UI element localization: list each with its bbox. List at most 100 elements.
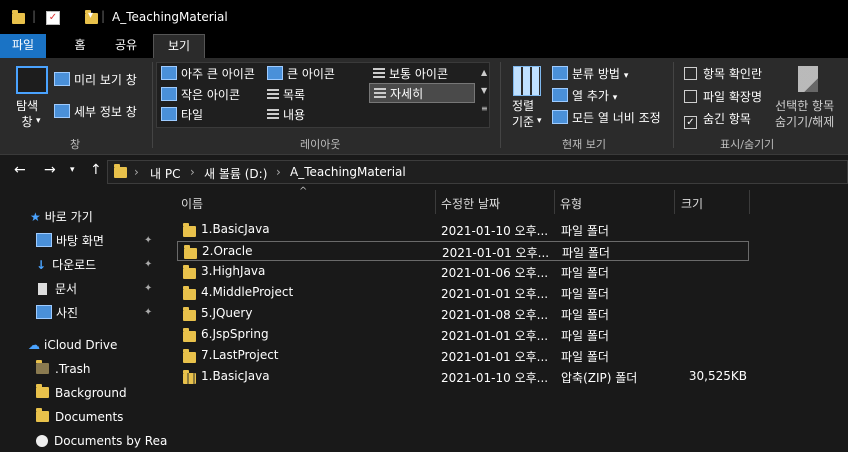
folder-icon <box>12 10 25 24</box>
breadcrumb-volume[interactable]: 새 볼륨 (D:) <box>204 165 267 182</box>
up-arrow-icon[interactable]: ↑ <box>90 162 102 178</box>
nav-item-documents-icloud[interactable]: Documents <box>36 406 123 428</box>
item-checkboxes-toggle[interactable]: 항목 확인란 <box>684 66 762 82</box>
tab-view[interactable]: 보기 <box>153 34 205 59</box>
forward-arrow-icon[interactable]: → <box>44 162 56 178</box>
nav-item-background[interactable]: Background <box>36 382 127 404</box>
tiles-icon <box>161 107 177 121</box>
group-by-button[interactable]: 분류 방법 ▾ <box>552 66 628 84</box>
file-row[interactable]: 1.BasicJava 2021-01-10 오후... 파일 폴더 <box>177 220 749 240</box>
column-divider[interactable] <box>435 190 436 214</box>
pin-icon[interactable]: ✦ <box>144 307 152 318</box>
details-pane-button[interactable]: 세부 정보 창 <box>54 104 137 120</box>
nav-label: Documents by Rea <box>54 434 168 448</box>
nav-item-downloads[interactable]: ↓ 다운로드 <box>36 254 96 276</box>
layout-item-details[interactable]: 자세히 <box>369 83 475 103</box>
file-extensions-toggle[interactable]: 파일 확장명 <box>684 89 762 105</box>
file-row[interactable]: 6.JspSpring 2021-01-01 오후... 파일 폴더 <box>177 325 749 345</box>
file-type: 파일 폴더 <box>561 308 609 322</box>
hide-selected-button[interactable]: 선택한 항목 숨기기/해제 <box>775 98 834 130</box>
group-label-show-hide: 표시/숨기기 <box>720 138 775 151</box>
file-name: 5.JQuery <box>201 306 253 320</box>
tab-file[interactable]: 파일 <box>0 34 46 58</box>
column-header-type[interactable]: 유형 <box>560 195 582 212</box>
layout-item-list[interactable]: 목록 <box>267 87 305 103</box>
layout-item-small-icons[interactable]: 작은 아이콘 <box>161 87 240 103</box>
chevron-right-icon[interactable]: › <box>134 165 139 179</box>
column-header-name[interactable]: 이름 <box>181 195 203 212</box>
layout-item-large-icons[interactable]: 큰 아이콘 <box>267 66 335 82</box>
chevron-down-icon[interactable]: ▾ <box>70 165 75 175</box>
nav-item-pictures[interactable]: 사진 <box>36 302 78 324</box>
group-label-current-view: 현재 보기 <box>562 138 606 151</box>
layout-item-content[interactable]: 내용 <box>267 107 305 123</box>
file-row[interactable]: 3.HighJava 2021-01-06 오후... 파일 폴더 <box>177 262 749 282</box>
column-header-size[interactable]: 크기 <box>681 195 703 212</box>
hide-selected-icon <box>798 66 818 92</box>
pictures-icon <box>36 305 52 319</box>
file-row[interactable]: 5.JQuery 2021-01-08 오후... 파일 폴더 <box>177 304 749 324</box>
nav-item-documents-by-readdle[interactable]: Documents by Rea <box>36 430 167 452</box>
breadcrumb-folder[interactable]: A_TeachingMaterial <box>290 165 406 179</box>
breadcrumb-this-pc[interactable]: 내 PC <box>150 165 180 182</box>
checkbox[interactable] <box>684 67 697 80</box>
pin-icon[interactable]: ✦ <box>144 235 152 246</box>
tab-share[interactable]: 공유 <box>104 34 148 58</box>
chevron-right-icon[interactable]: › <box>190 165 195 179</box>
file-name: 6.JspSpring <box>201 327 269 341</box>
preview-pane-button[interactable]: 미리 보기 창 <box>54 72 137 88</box>
file-modified: 2021-01-10 오후... <box>441 371 549 385</box>
column-divider[interactable] <box>554 190 555 214</box>
layout-item-extra-large-icons[interactable]: 아주 큰 아이콘 <box>161 66 255 82</box>
address-bar[interactable]: › 내 PC › 새 볼륨 (D:) › A_TeachingMaterial <box>107 160 848 184</box>
file-row[interactable]: 2.Oracle 2021-01-01 오후... 파일 폴더 <box>177 241 749 261</box>
pin-icon[interactable]: ✦ <box>144 259 152 270</box>
item-checkboxes-label: 항목 확인란 <box>703 67 763 81</box>
file-type: 파일 폴더 <box>561 266 609 280</box>
details-pane-label: 세부 정보 창 <box>74 105 137 119</box>
gallery-scroll[interactable]: ▲ ▼ ≡ <box>481 64 488 118</box>
size-all-columns-button[interactable]: 모든 열 너비 조정 <box>552 110 661 126</box>
file-name: 3.HighJava <box>201 264 266 278</box>
group-label-layout: 레이아웃 <box>300 138 341 151</box>
chevron-right-icon[interactable]: › <box>276 165 281 179</box>
chevron-down-icon[interactable]: ▾ <box>88 10 93 21</box>
folder-icon <box>183 265 196 279</box>
sort-ascending-icon: ^ <box>299 186 308 197</box>
file-row[interactable]: 7.LastProject 2021-01-01 오후... 파일 폴더 <box>177 346 749 366</box>
ribbon-tabs: 파일 홈 공유 보기 <box>0 34 848 59</box>
quick-access[interactable]: ★ 바로 가기 <box>30 206 93 228</box>
layout-label: 내용 <box>283 108 306 122</box>
hidden-items-toggle[interactable]: ✓ 숨긴 항목 <box>684 111 751 129</box>
column-divider[interactable] <box>749 190 750 214</box>
size-all-columns-label: 모든 열 너비 조정 <box>572 111 661 125</box>
sort-by-button[interactable]: 정렬 기준 <box>512 98 534 130</box>
nav-item-desktop[interactable]: 바탕 화면 <box>36 230 104 252</box>
file-row[interactable]: 4.MiddleProject 2021-01-01 오후... 파일 폴더 <box>177 283 749 303</box>
pin-icon[interactable]: ✦ <box>144 283 152 294</box>
file-name: 7.LastProject <box>201 348 279 362</box>
file-modified: 2021-01-01 오후... <box>441 350 549 364</box>
file-row[interactable]: 1.BasicJava 2021-01-10 오후... 압축(ZIP) 폴더 30,… <box>177 367 749 387</box>
file-name: 4.MiddleProject <box>201 285 294 299</box>
file-name: 2.Oracle <box>202 244 253 258</box>
layout-item-medium-icons[interactable]: 보통 아이콘 <box>373 66 448 82</box>
nav-item-documents[interactable]: 문서 <box>36 278 77 300</box>
column-header-modified[interactable]: 수정한 날짜 <box>441 195 500 212</box>
nav-label: .Trash <box>55 362 91 376</box>
column-divider[interactable] <box>674 190 675 214</box>
folder-icon <box>183 328 196 342</box>
navigation-pane-button[interactable]: 탐색 창 <box>16 98 38 130</box>
back-arrow-icon[interactable]: ← <box>14 162 26 178</box>
tab-home[interactable]: 홈 <box>60 34 100 58</box>
checkbox-checked[interactable]: ✓ <box>684 116 697 129</box>
properties-icon[interactable]: ✓ <box>46 11 60 25</box>
document-icon <box>38 283 47 295</box>
folder-icon <box>184 245 197 259</box>
layout-item-tiles[interactable]: 타일 <box>161 107 203 123</box>
checkbox[interactable] <box>684 90 697 103</box>
list-icon <box>267 89 279 101</box>
add-columns-button[interactable]: 열 추가 ▾ <box>552 88 617 106</box>
nav-item-icloud-drive[interactable]: ☁ iCloud Drive <box>28 334 117 356</box>
nav-item-trash[interactable]: .Trash <box>36 358 91 380</box>
